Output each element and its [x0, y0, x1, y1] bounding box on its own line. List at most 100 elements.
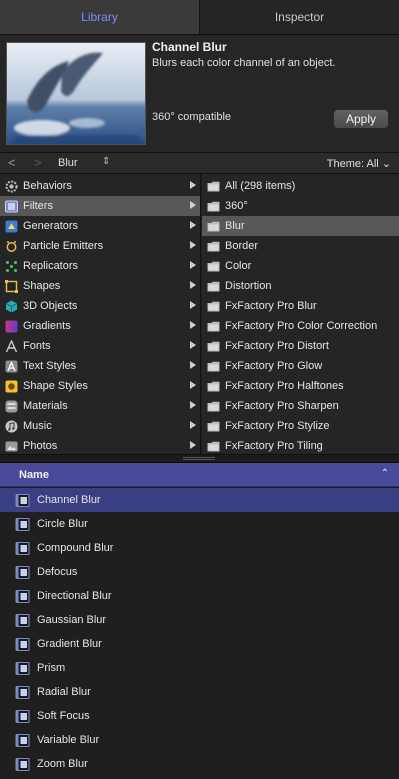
- disclosure-arrow-icon: [190, 221, 196, 229]
- compatibility-label: 360° compatible: [152, 111, 232, 123]
- category-gradients[interactable]: Gradients: [0, 316, 200, 336]
- folder-icon: [207, 241, 220, 251]
- category-label: 3D Objects: [23, 300, 78, 312]
- subcategory-item[interactable]: FxFactory Pro Sharpen: [202, 396, 399, 416]
- preview-title: Channel Blur: [152, 40, 227, 54]
- folder-icon: [207, 181, 220, 191]
- list-item[interactable]: Defocus: [0, 560, 399, 584]
- sort-ascending-icon[interactable]: ⌃: [381, 468, 389, 479]
- category-music[interactable]: Music: [0, 416, 200, 436]
- subcategory-item[interactable]: FxFactory Pro Tiling: [202, 436, 399, 454]
- back-icon[interactable]: <: [8, 155, 16, 170]
- category-label: Photos: [23, 440, 58, 452]
- list-item[interactable]: Zoom Blur: [0, 752, 399, 776]
- pane-splitter[interactable]: [0, 454, 399, 463]
- folder-icon: [207, 361, 220, 371]
- subcategory-item[interactable]: Distortion: [202, 276, 399, 296]
- subcategory-label: FxFactory Pro Distort: [225, 340, 329, 352]
- subcategory-item[interactable]: Border: [202, 236, 399, 256]
- list-item[interactable]: Directional Blur: [0, 584, 399, 608]
- tab-inspector[interactable]: Inspector: [199, 0, 399, 34]
- list-item-label: Gaussian Blur: [37, 614, 107, 626]
- list-item[interactable]: Radial Blur: [0, 680, 399, 704]
- subcategory-item[interactable]: 360°: [202, 196, 399, 216]
- disclosure-arrow-icon: [190, 381, 196, 389]
- category-label: Shape Styles: [23, 380, 88, 392]
- subcategory-label: FxFactory Pro Sharpen: [225, 400, 339, 412]
- category-3d-objects[interactable]: 3D Objects: [0, 296, 200, 316]
- preview-thumbnail: [6, 42, 146, 145]
- category-label: Replicators: [23, 260, 79, 272]
- subcategory-label: FxFactory Pro Stylize: [225, 420, 330, 432]
- list-item[interactable]: Circle Blur: [0, 512, 399, 536]
- subcategory-item[interactable]: FxFactory Pro Halftones: [202, 376, 399, 396]
- list-item[interactable]: Gaussian Blur: [0, 608, 399, 632]
- disclosure-arrow-icon: [190, 261, 196, 269]
- forward-icon[interactable]: >: [34, 155, 42, 170]
- subcategory-item[interactable]: FxFactory Pro Distort: [202, 336, 399, 356]
- filter-icon: [15, 589, 30, 603]
- subcategory-label: FxFactory Pro Color Correction: [225, 320, 378, 332]
- shape-icon: [5, 279, 18, 293]
- folder-icon: [207, 381, 220, 391]
- category-behaviors[interactable]: Behaviors: [0, 176, 200, 196]
- folder-icon: [207, 221, 220, 231]
- cube-icon: [5, 300, 18, 312]
- list-item[interactable]: Variable Blur: [0, 728, 399, 752]
- font-icon: [5, 339, 18, 352]
- list-item[interactable]: Compound Blur: [0, 536, 399, 560]
- subcategory-label: 360°: [225, 200, 248, 212]
- disclosure-arrow-icon: [190, 401, 196, 409]
- folder-icon: [207, 341, 220, 351]
- subcategory-label: Color: [225, 260, 252, 272]
- folder-icon: [207, 401, 220, 411]
- category-label: Behaviors: [23, 180, 72, 192]
- list-column-header[interactable]: Name ⌃: [0, 463, 399, 487]
- browser-columns: Behaviors Filters Generators Particle Em…: [0, 174, 399, 454]
- list-item[interactable]: Prism: [0, 656, 399, 680]
- list-item-label: Compound Blur: [37, 542, 114, 554]
- list-item-label: Soft Focus: [37, 710, 90, 722]
- tab-library[interactable]: Library: [0, 0, 199, 34]
- category-fonts[interactable]: Fonts: [0, 336, 200, 356]
- subcategory-item[interactable]: Blur: [202, 216, 399, 236]
- subcategory-item[interactable]: All (298 items): [202, 176, 399, 196]
- subcategory-item[interactable]: FxFactory Pro Glow: [202, 356, 399, 376]
- theme-popup[interactable]: Theme: All ⌄: [327, 157, 391, 170]
- gear-icon: [5, 180, 18, 192]
- category-materials[interactable]: Materials: [0, 396, 200, 416]
- category-text-styles[interactable]: Text Styles: [0, 356, 200, 376]
- category-replicators[interactable]: Replicators: [0, 256, 200, 276]
- filter-icon: [15, 517, 30, 531]
- panel-tabs: Library Inspector: [0, 0, 399, 35]
- music-icon: [5, 420, 18, 432]
- path-stepper-icon[interactable]: ⇕: [102, 156, 110, 167]
- apply-button[interactable]: Apply: [333, 109, 389, 129]
- photos-icon: [5, 441, 18, 451]
- path-popup[interactable]: Blur: [58, 157, 78, 169]
- subcategory-item[interactable]: FxFactory Pro Blur: [202, 296, 399, 316]
- folder-icon: [207, 281, 220, 291]
- subcategory-item[interactable]: FxFactory Pro Color Correction: [202, 316, 399, 336]
- filter-list: Channel Blur Circle Blur Compound Blur D…: [0, 488, 399, 779]
- folder-icon: [207, 261, 220, 271]
- category-shape-styles[interactable]: Shape Styles: [0, 376, 200, 396]
- category-label: Music: [23, 420, 52, 432]
- category-particle-emitters[interactable]: Particle Emitters: [0, 236, 200, 256]
- subcategory-item[interactable]: Color: [202, 256, 399, 276]
- category-shapes[interactable]: Shapes: [0, 276, 200, 296]
- list-item[interactable]: Gradient Blur: [0, 632, 399, 656]
- disclosure-arrow-icon: [190, 421, 196, 429]
- category-filters[interactable]: Filters: [0, 196, 200, 216]
- filter-icon: [15, 493, 30, 507]
- list-item[interactable]: Channel Blur: [0, 488, 399, 512]
- folder-icon: [207, 201, 220, 211]
- category-label: Filters: [23, 200, 53, 212]
- category-photos[interactable]: Photos: [0, 436, 200, 454]
- list-item[interactable]: Soft Focus: [0, 704, 399, 728]
- subcategory-item[interactable]: FxFactory Pro Stylize: [202, 416, 399, 436]
- category-generators[interactable]: Generators: [0, 216, 200, 236]
- category-label: Generators: [23, 220, 79, 232]
- list-item-label: Variable Blur: [37, 734, 100, 746]
- filter-icon: [15, 709, 30, 723]
